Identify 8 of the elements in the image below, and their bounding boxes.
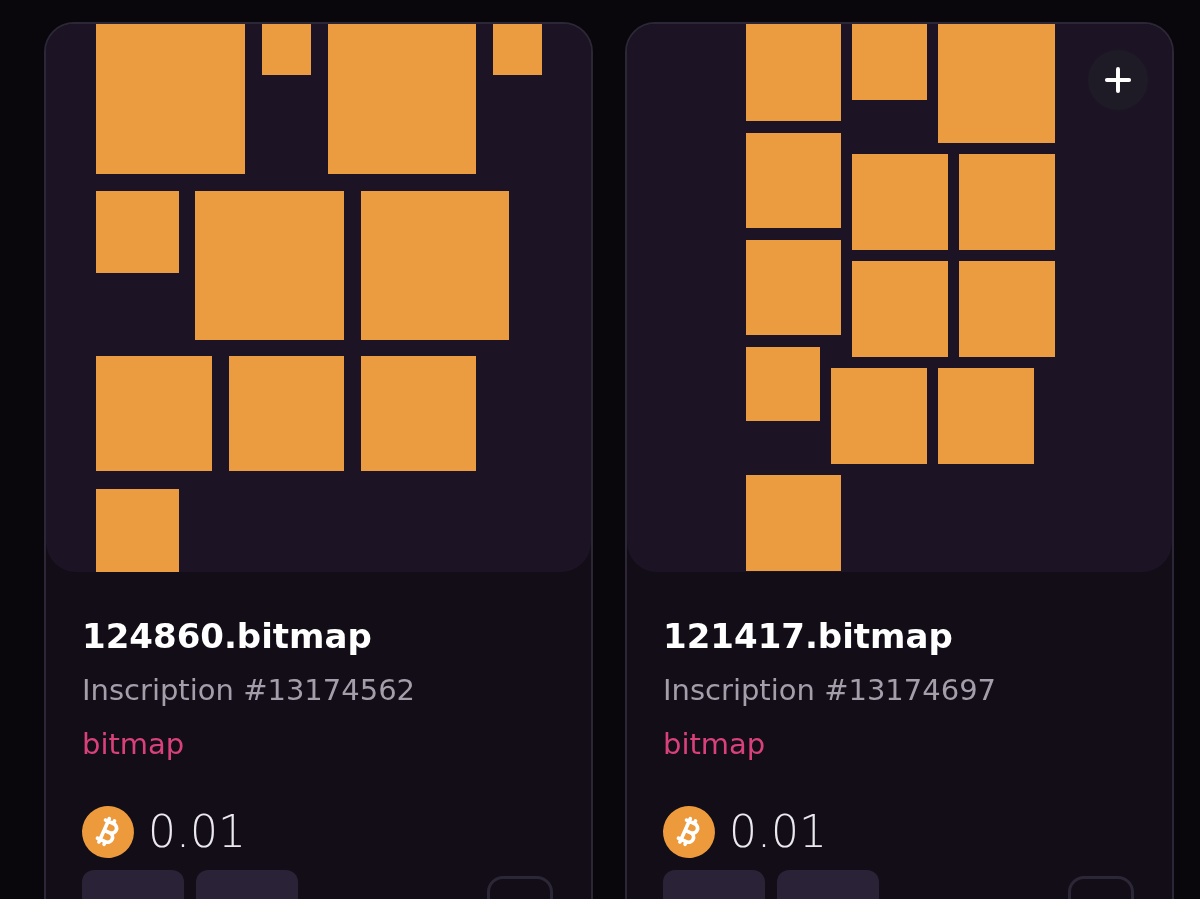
inscription-number: Inscription #13174562 — [82, 672, 417, 709]
price: 0.01 — [729, 805, 827, 859]
item-title: 121417.bitmap — [663, 615, 954, 658]
collection-link[interactable]: bitmap — [663, 724, 1172, 764]
price: 0.01 — [148, 805, 246, 859]
item-title: 124860.bitmap — [82, 615, 373, 658]
inscription-number: Inscription #13174697 — [663, 672, 998, 709]
collection-link[interactable]: bitmap — [82, 724, 591, 764]
